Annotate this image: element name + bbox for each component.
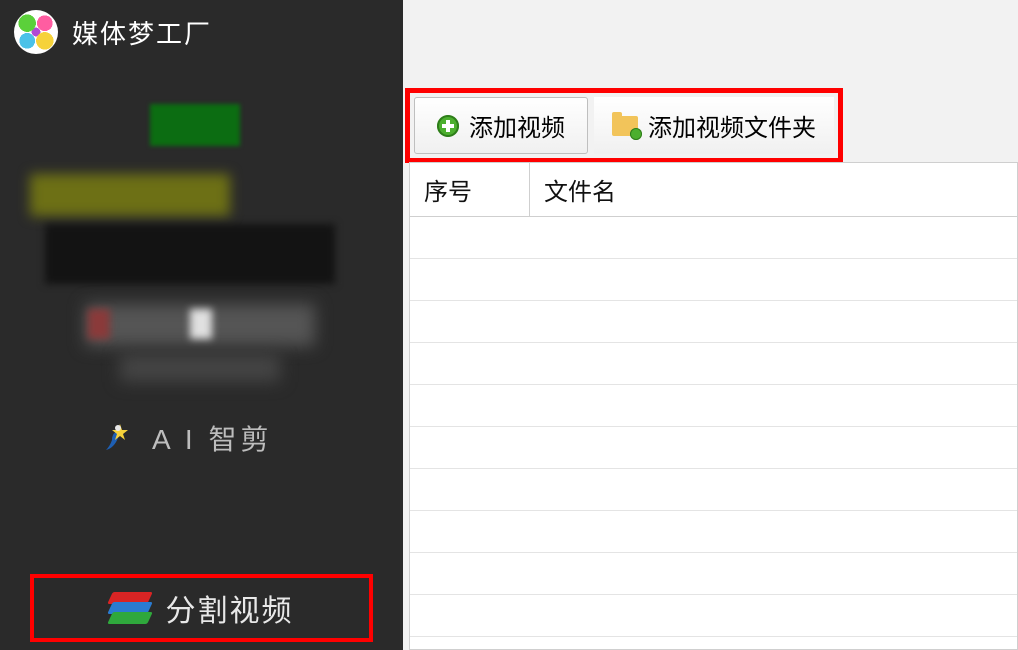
blurred-content (0, 94, 403, 394)
table-row[interactable] (410, 511, 1017, 553)
video-table: 序号 文件名 (409, 162, 1018, 650)
toolbar-highlight: 添加视频 添加视频文件夹 (405, 88, 843, 163)
add-video-button[interactable]: 添加视频 (414, 97, 588, 154)
add-video-folder-button[interactable]: 添加视频文件夹 (594, 97, 834, 154)
table-row[interactable] (410, 469, 1017, 511)
wizard-icon (100, 420, 136, 456)
main-panel: 添加视频 添加视频文件夹 序号 文件名 (403, 0, 1018, 650)
app-logo-icon (14, 10, 58, 54)
stack-icon (110, 592, 150, 624)
app-title: 媒体梦工厂 (72, 14, 212, 51)
blurred-block (120, 354, 280, 382)
sidebar-item-label: 分割视频 (166, 586, 294, 630)
folder-add-icon (612, 116, 638, 136)
table-header: 序号 文件名 (410, 163, 1017, 217)
table-body (410, 217, 1017, 637)
blurred-block (150, 104, 240, 146)
column-header-filename[interactable]: 文件名 (530, 163, 1017, 216)
column-header-index[interactable]: 序号 (410, 163, 530, 216)
blurred-block (190, 309, 212, 339)
blurred-block (30, 174, 230, 216)
table-row[interactable] (410, 595, 1017, 637)
sidebar: 媒体梦工厂 A I 智剪 分割视频 (0, 0, 403, 650)
button-label: 添加视频 (469, 108, 565, 143)
add-circle-icon (437, 115, 459, 137)
sidebar-item-label: A I 智剪 (152, 418, 272, 458)
table-row[interactable] (410, 301, 1017, 343)
sidebar-item-split-highlight: 分割视频 (30, 574, 373, 642)
button-label: 添加视频文件夹 (648, 108, 816, 143)
app-header: 媒体梦工厂 (0, 0, 403, 64)
sidebar-item-split-video[interactable]: 分割视频 (40, 586, 363, 630)
sidebar-item-ai-clip[interactable]: A I 智剪 (0, 404, 403, 472)
table-row[interactable] (410, 343, 1017, 385)
table-row[interactable] (410, 259, 1017, 301)
table-row[interactable] (410, 553, 1017, 595)
blurred-block (88, 309, 110, 339)
blurred-block (45, 224, 335, 284)
table-row[interactable] (410, 217, 1017, 259)
table-row[interactable] (410, 385, 1017, 427)
table-row[interactable] (410, 427, 1017, 469)
